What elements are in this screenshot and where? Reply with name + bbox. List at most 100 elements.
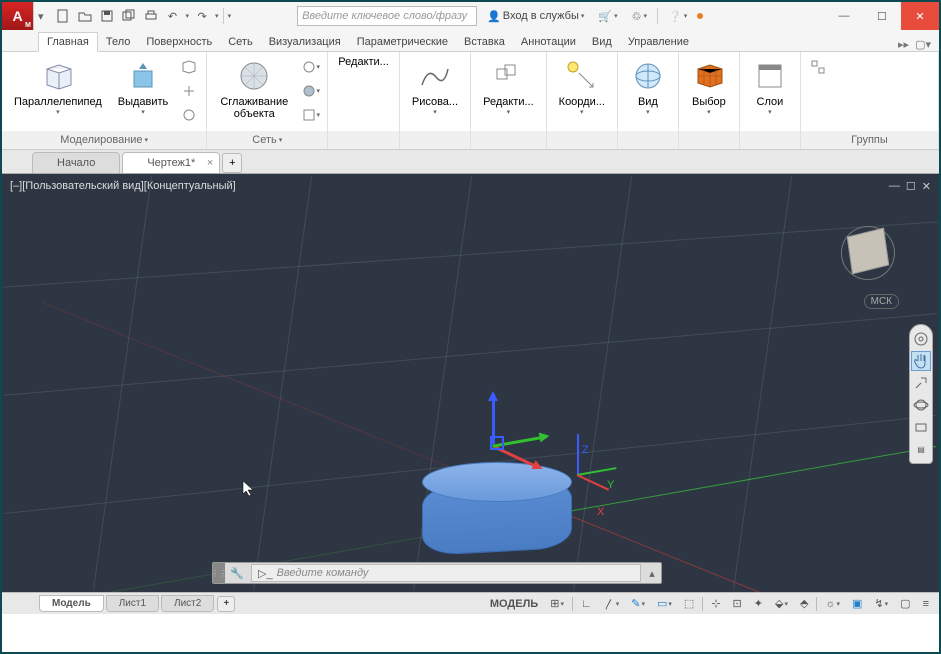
pan-icon[interactable] [911, 351, 931, 371]
titlebar-right: 👤Вход в службы▾ 🛒▾ ♲▾ ❔▾ [483, 8, 703, 24]
selection-cycling-icon[interactable]: ⊡ [729, 597, 746, 610]
ribbon-tab-surface[interactable]: Поверхность [138, 33, 220, 51]
print-icon[interactable] [142, 7, 160, 25]
ribbon-tab-mesh[interactable]: Сеть [220, 33, 260, 51]
redo-dropdown[interactable]: ▾ [215, 12, 219, 20]
search-input[interactable]: Введите ключевое слово/фразу [297, 6, 477, 26]
customize-status-icon[interactable]: ≡ [919, 598, 933, 610]
3dosnap-icon[interactable]: ⬚ [680, 597, 698, 610]
steering-wheel-icon[interactable] [911, 329, 931, 349]
cmd-drag-handle[interactable]: ⋮⋮ [213, 563, 225, 583]
panel-mesh: Сглаживание объекта ▾ ▾ ▾ Сеть ▾ [207, 52, 328, 149]
layers-button[interactable]: Слои▾ [746, 56, 794, 118]
signin-button[interactable]: 👤Вход в службы▾ [483, 10, 588, 23]
nav-more-icon[interactable]: ▤ [911, 439, 931, 459]
ortho-toggle-icon[interactable]: 〳▾ [600, 596, 624, 612]
vp-close-icon[interactable]: ✕ [922, 180, 931, 193]
draw-button[interactable]: Рисова...▾ [406, 56, 464, 118]
app-store-icon[interactable]: ♲▾ [628, 10, 651, 23]
ribbon-tab-solid[interactable]: Тело [98, 33, 139, 51]
ribbon-tab-manage[interactable]: Управление [620, 33, 697, 51]
ribbon-more-icon[interactable]: ▸▸ [898, 38, 909, 51]
doc-new-button[interactable]: + [222, 153, 242, 173]
modify-button[interactable]: Редакти...▾ [477, 56, 540, 118]
viewport[interactable]: Z Y X [–][Пользовательский вид][Концепту… [2, 174, 939, 592]
group-icon[interactable] [807, 56, 829, 78]
layout-tabs: Модель Лист1 Лист2 + [8, 595, 235, 612]
ribbon-tab-parametric[interactable]: Параметрические [349, 33, 456, 51]
layout-tab-sheet2[interactable]: Лист2 [161, 595, 214, 612]
polysolid-icon[interactable] [178, 56, 200, 78]
layout-tab-model[interactable]: Модель [39, 595, 104, 612]
isolate-icon[interactable]: ↯▾ [870, 597, 892, 610]
doc-tab-start[interactable]: Начало [32, 152, 120, 173]
mesh-refine-icon[interactable]: ▾ [299, 104, 321, 126]
grid-toggle-icon[interactable]: ⊞▾ [546, 597, 568, 610]
dynamic-input-icon[interactable]: ⊹ [707, 597, 724, 610]
filter-icon[interactable]: ⬙▾ [771, 597, 792, 610]
minimize-button[interactable]: — [825, 2, 863, 30]
workspace-icon[interactable]: ☼▾ [821, 598, 844, 610]
close-button[interactable]: ✕ [901, 2, 939, 30]
command-input[interactable]: ▷_Введите команду [251, 564, 641, 582]
undo-icon[interactable]: ↶ [164, 7, 182, 25]
box-button[interactable]: Параллелепипед▾ [8, 56, 108, 118]
mesh-less-icon[interactable]: ▾ [299, 80, 321, 102]
presspull-icon[interactable] [178, 80, 200, 102]
smooth-button[interactable]: Сглаживание объекта [213, 56, 295, 122]
doc-tab-drawing1[interactable]: Чертеж1*× [122, 152, 220, 173]
annotation-icon[interactable]: ⬘ [796, 597, 812, 610]
ribbon-tabs-extra: ▸▸ ▢▾ [898, 38, 939, 51]
showmotion-icon[interactable] [911, 417, 931, 437]
maximize-button[interactable]: ☐ [863, 2, 901, 30]
solidedit-label[interactable]: Редакти... [334, 54, 393, 70]
snap-toggle-icon[interactable]: ∟ [577, 598, 596, 610]
3d-object[interactable] [422, 462, 572, 552]
gizmo-origin[interactable] [490, 436, 504, 450]
ribbon-tab-home[interactable]: Главная [38, 32, 98, 52]
vp-maximize-icon[interactable]: ☐ [906, 180, 916, 193]
modify-label: Редакти... [483, 96, 534, 108]
ribbon-tab-annotate[interactable]: Аннотации [513, 33, 584, 51]
cmd-history-icon[interactable]: ▴ [643, 567, 661, 580]
hw-accel-icon[interactable]: ▣ [848, 597, 866, 610]
coordinates-button[interactable]: Коорди...▾ [553, 56, 611, 118]
layout-add-button[interactable]: + [217, 596, 235, 612]
selection-button[interactable]: Выбор▾ [685, 56, 733, 118]
doc-close-icon[interactable]: × [207, 157, 213, 169]
new-icon[interactable] [54, 7, 72, 25]
save-icon[interactable] [98, 7, 116, 25]
viewport-label[interactable]: [–][Пользовательский вид][Концептуальный… [10, 180, 236, 192]
qat-customize[interactable]: ▾ [228, 12, 232, 20]
ribbon-tab-visualize[interactable]: Визуализация [261, 33, 349, 51]
extrude-button[interactable]: Выдавить▾ [112, 56, 175, 118]
layout-tab-sheet1[interactable]: Лист1 [106, 595, 159, 612]
cmd-settings-icon[interactable]: 🔧 [225, 567, 249, 580]
clean-screen-icon[interactable]: ▢ [896, 597, 914, 610]
undo-dropdown[interactable]: ▾ [186, 12, 190, 20]
saveas-icon[interactable] [120, 7, 138, 25]
viewcube[interactable] [839, 222, 899, 282]
ribbon-tab-insert[interactable]: Вставка [456, 33, 513, 51]
gizmo-toggle-icon[interactable]: ✦ [750, 597, 767, 610]
vp-minimize-icon[interactable]: — [889, 180, 900, 193]
osnap-toggle-icon[interactable]: ▭▾ [653, 597, 676, 610]
orbit-icon[interactable] [911, 395, 931, 415]
help-icon[interactable]: ❔▾ [664, 10, 691, 23]
app-menu-arrow[interactable]: ▾ [34, 10, 48, 23]
draw-label: Рисова... [412, 96, 458, 108]
mesh-more-icon[interactable]: ▾ [299, 56, 321, 78]
model-space-button[interactable]: МОДЕЛЬ [486, 598, 542, 610]
view-button[interactable]: Вид▾ [624, 56, 672, 118]
polar-toggle-icon[interactable]: ✎▾ [627, 597, 649, 610]
ribbon-tab-view[interactable]: Вид [584, 33, 620, 51]
redo-icon[interactable]: ↷ [193, 7, 211, 25]
revolve-icon[interactable] [178, 104, 200, 126]
zoom-icon[interactable] [911, 373, 931, 393]
app-logo[interactable]: A [2, 2, 34, 30]
ribbon-collapse-icon[interactable]: ▢▾ [915, 38, 931, 51]
wcs-label[interactable]: МСК [864, 294, 899, 309]
exchange-icon[interactable]: 🛒▾ [594, 10, 621, 23]
command-line[interactable]: ⋮⋮ 🔧 ▷_Введите команду ▴ [212, 562, 662, 584]
open-icon[interactable] [76, 7, 94, 25]
